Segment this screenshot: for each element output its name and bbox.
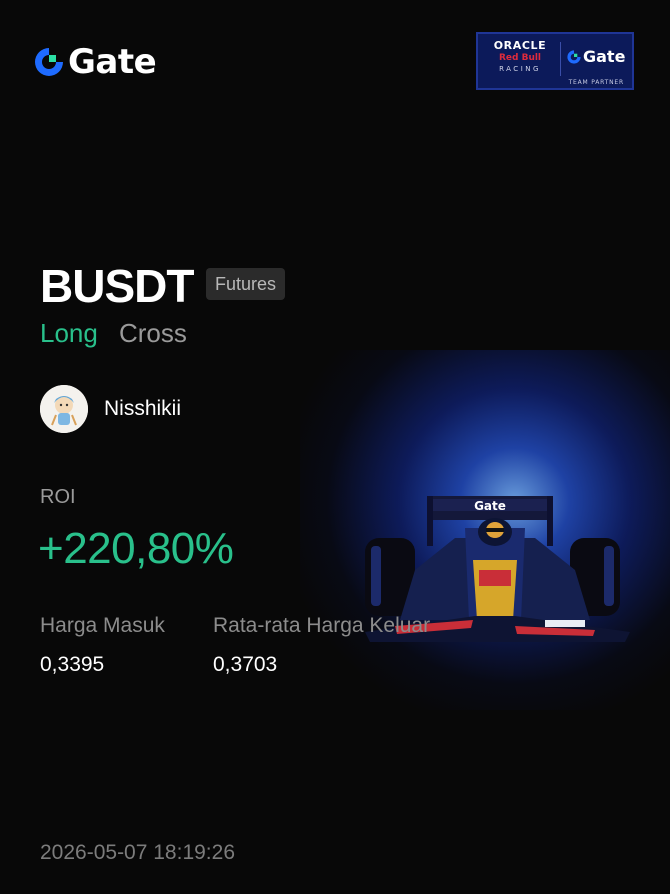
team-partner-text: TEAM PARTNER [568,79,624,86]
entry-price-value: 0,3395 [40,653,105,676]
exit-price-value: 0,3703 [213,653,278,676]
username: Nisshikii [104,397,182,420]
entry-price-label: Harga Masuk [40,614,165,637]
pnl-share-card: Gate ORACLE Red Bull RACING Gate TEAM PA… [0,0,670,894]
partner-gate-text: Gate [583,47,626,66]
margin-mode: Cross [119,318,187,348]
contract-type-badge: Futures [206,268,286,300]
gate-logo: Gate [32,42,157,82]
team-partner-badge: ORACLE Red Bull RACING Gate TEAM PARTNER [476,32,634,90]
gate-logo-icon [567,49,581,64]
avatar [40,385,88,433]
partner-gate-logo: Gate [566,47,625,66]
oracle-text: ORACLE [493,39,547,52]
avatar-illustration [40,385,88,433]
gate-logo-text: Gate [68,42,157,82]
roi-value: +220,80% [38,524,234,573]
roi-label: ROI [40,486,76,508]
exit-price-label: Rata-rata Harga Keluar [213,614,431,637]
oracle-red-bull-racing-logo: ORACLE Red Bull RACING [484,40,556,74]
racing-text: RACING [499,65,541,73]
trading-pair: BUSDT [40,260,194,312]
gate-logo-icon [35,48,63,76]
position-side: Long [40,318,98,348]
svg-text:Gate: Gate [474,499,506,513]
timestamp: 2026-05-07 18:19:26 [40,841,235,864]
partner-divider [560,42,561,76]
red-bull-text: Red Bull [498,53,542,63]
